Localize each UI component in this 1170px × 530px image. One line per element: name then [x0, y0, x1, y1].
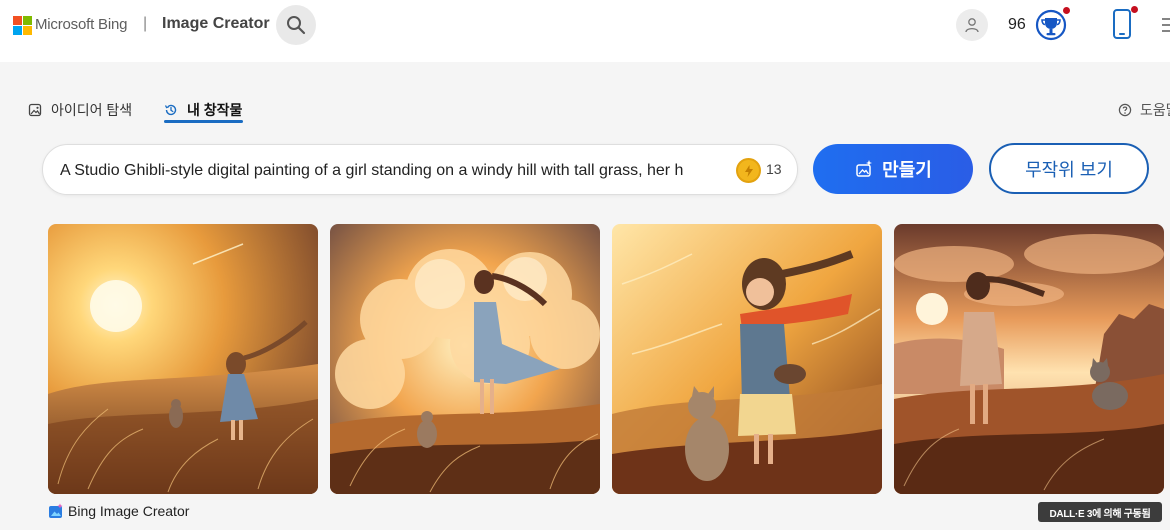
help-icon — [1118, 103, 1132, 117]
grid-menu-icon[interactable] — [1160, 16, 1170, 34]
creator-tabs: 아이디어 탐색 내 창작물 도움말 — [0, 90, 1170, 130]
bing-image-creator-credit[interactable]: Bing Image Creator — [48, 503, 189, 519]
search-icon — [287, 16, 306, 35]
active-tab-indicator — [164, 120, 243, 123]
generated-image-1[interactable] — [48, 224, 318, 494]
help-label: 도움말 — [1140, 102, 1170, 118]
rewards-points[interactable]: 96 — [1008, 16, 1026, 34]
generated-image-2[interactable] — [330, 224, 600, 494]
phone-icon[interactable] — [1110, 8, 1136, 40]
help-link[interactable]: 도움말 — [1118, 96, 1170, 124]
generated-image-4[interactable] — [894, 224, 1164, 494]
boost-count: 13 — [766, 161, 782, 177]
tab-explore-ideas[interactable]: 아이디어 탐색 — [28, 96, 132, 124]
microsoft-logo-icon[interactable] — [13, 16, 32, 35]
results-grid — [0, 224, 1170, 494]
surprise-label: 무작위 보기 — [1025, 159, 1113, 180]
user-avatar-button[interactable] — [956, 9, 988, 41]
sparkle-image-icon — [856, 160, 873, 177]
trophy-icon[interactable] — [1034, 8, 1068, 42]
bing-image-creator-icon — [49, 503, 63, 518]
phone-notification-dot — [1131, 6, 1138, 13]
generated-image-3[interactable] — [612, 224, 882, 494]
prompt-input[interactable] — [60, 159, 684, 183]
header-separator: | — [143, 15, 148, 32]
tab-label: 아이디어 탐색 — [51, 102, 133, 118]
history-icon — [164, 104, 177, 116]
search-button[interactable] — [276, 5, 316, 45]
user-icon — [965, 18, 979, 33]
surprise-me-button[interactable]: 무작위 보기 — [989, 143, 1149, 194]
product-title[interactable]: Image Creator — [162, 15, 270, 33]
brand-link[interactable]: Microsoft Bing — [35, 16, 127, 33]
rewards-notification-dot — [1063, 7, 1070, 14]
prompt-box: 13 — [42, 144, 798, 195]
dalle-badge: DALL·E 3에 의해 구동됨 — [1038, 502, 1162, 522]
image-icon — [28, 103, 42, 117]
create-label: 만들기 — [882, 160, 932, 180]
top-header: Microsoft Bing | Image Creator 96 — [0, 0, 1170, 62]
create-button[interactable]: 만들기 — [813, 144, 973, 194]
tab-label: 내 창작물 — [187, 102, 243, 118]
dalle-badge-label: DALL·E 3에 의해 구동됨 — [1049, 508, 1151, 520]
footer-brand-label: Bing Image Creator — [68, 503, 190, 519]
coin-icon[interactable] — [736, 158, 761, 183]
